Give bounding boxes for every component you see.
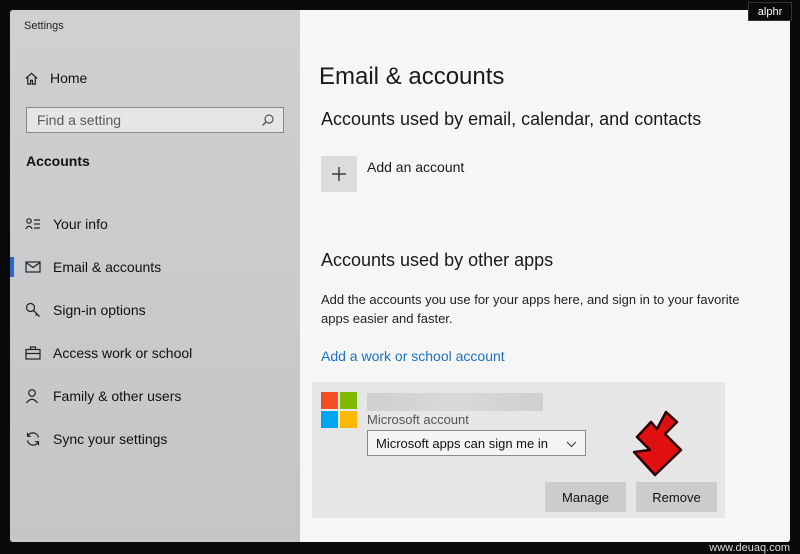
- sidebar-item-label: Family & other users: [53, 387, 182, 404]
- sidebar-item-label: Sync your settings: [53, 430, 168, 447]
- sidebar: Settings Home Accounts Your info: [10, 10, 300, 542]
- search-icon[interactable]: [261, 113, 275, 127]
- sidebar-item-label: Your info: [53, 215, 108, 232]
- other-apps-heading: Accounts used by other apps: [321, 250, 554, 270]
- sync-icon: [25, 431, 53, 447]
- search-box[interactable]: [26, 107, 284, 133]
- account-name-redacted: [367, 393, 543, 411]
- search-input[interactable]: [35, 111, 261, 129]
- credit-text: www.deuaq.com: [709, 542, 790, 554]
- main-pane: Email & accounts Accounts used by email,…: [300, 10, 790, 542]
- add-work-school-link[interactable]: Add a work or school account: [321, 348, 505, 364]
- section-label-accounts: Accounts: [26, 153, 90, 169]
- account-type: Microsoft account: [367, 412, 469, 427]
- nav-home-label: Home: [50, 70, 88, 86]
- sidebar-item-your-info[interactable]: Your info: [10, 202, 300, 245]
- manage-button[interactable]: Manage: [545, 482, 626, 512]
- sidebar-item-label: Sign-in options: [53, 301, 146, 318]
- settings-window: Settings Home Accounts Your info: [10, 10, 790, 542]
- chevron-down-icon: [566, 436, 577, 451]
- key-icon: [25, 302, 53, 318]
- nav-list: Your info Email & accounts Sign-in optio…: [10, 202, 300, 460]
- sidebar-item-access-work-school[interactable]: Access work or school: [10, 331, 300, 374]
- sidebar-item-label: Access work or school: [53, 344, 193, 361]
- sidebar-item-sync-settings[interactable]: Sync your settings: [10, 417, 300, 460]
- home-icon: [24, 71, 50, 86]
- mail-icon: [25, 260, 53, 273]
- plus-icon[interactable]: [321, 156, 357, 192]
- signin-option-dropdown[interactable]: Microsoft apps can sign me in: [367, 430, 586, 456]
- microsoft-logo-icon: [321, 392, 357, 428]
- email-accounts-heading: Accounts used by email, calendar, and co…: [321, 109, 702, 129]
- other-apps-description: Add the accounts you use for your apps h…: [321, 292, 740, 326]
- person-card-icon: [25, 217, 53, 231]
- sidebar-item-sign-in-options[interactable]: Sign-in options: [10, 288, 300, 331]
- sidebar-item-label: Email & accounts: [53, 258, 162, 275]
- sidebar-item-email-accounts[interactable]: Email & accounts: [10, 245, 300, 288]
- red-arrow-annotation: [632, 410, 683, 477]
- watermark-logo: alphr: [748, 2, 792, 21]
- window-title: Settings: [24, 20, 64, 32]
- add-account-label: Add an account: [367, 159, 465, 175]
- person-icon: [25, 388, 53, 404]
- briefcase-icon: [25, 345, 53, 360]
- nav-home[interactable]: Home: [24, 68, 87, 88]
- add-account-button[interactable]: Add an account: [321, 156, 464, 192]
- sidebar-item-family-users[interactable]: Family & other users: [10, 374, 300, 417]
- signin-option-value: Microsoft apps can sign me in: [376, 435, 548, 451]
- page-title: Email & accounts: [319, 63, 505, 90]
